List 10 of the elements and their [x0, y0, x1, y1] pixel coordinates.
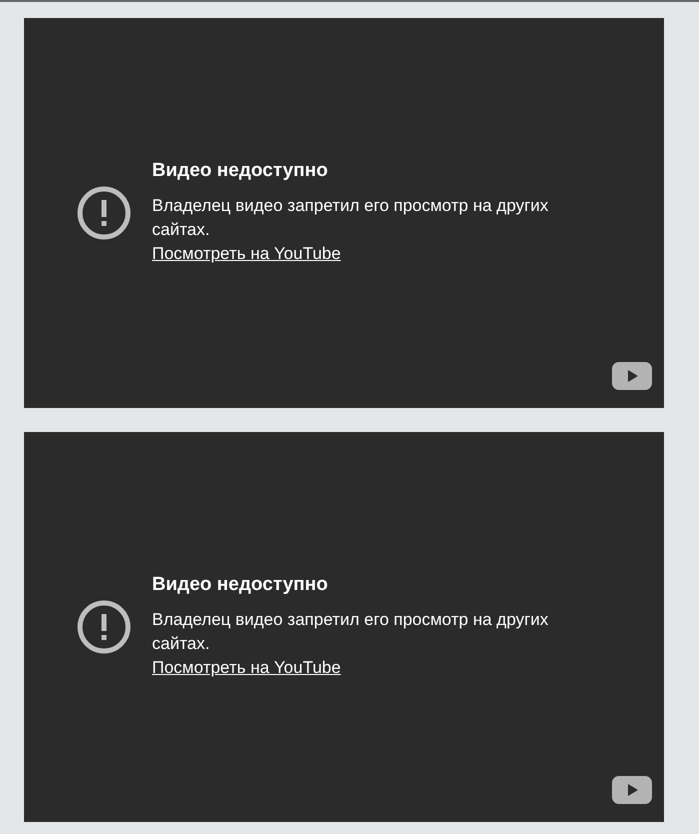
play-logo-icon[interactable] — [612, 362, 652, 390]
play-logo-icon[interactable] — [612, 776, 652, 804]
watch-link[interactable]: Посмотреть на YouTube — [152, 656, 341, 680]
video-title: Видео недоступно — [152, 160, 329, 182]
alert-icon — [76, 185, 132, 241]
error-message: Владелец видео запретил его просмотр на других сайтах. — [152, 609, 550, 655]
video-title: Видео недоступно — [152, 574, 329, 596]
error-message: Владелец видео запретил его просмотр на других сайтах. — [152, 195, 550, 241]
watch-link[interactable]: Посмотреть на YouTube — [152, 242, 341, 266]
alert-icon — [76, 599, 132, 655]
